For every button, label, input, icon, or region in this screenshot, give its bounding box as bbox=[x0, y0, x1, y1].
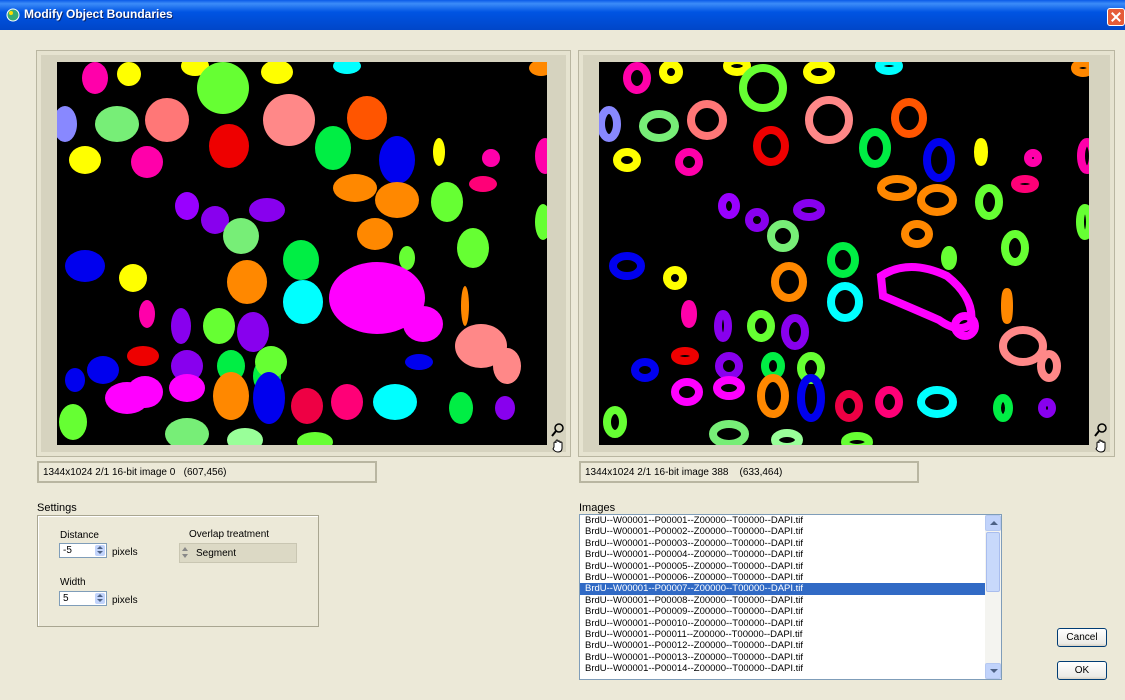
width-value: 5 bbox=[63, 593, 69, 604]
app-icon bbox=[6, 8, 20, 22]
spin-arrows-icon[interactable] bbox=[95, 545, 105, 556]
overlap-treatment-select[interactable]: Segment bbox=[179, 543, 297, 563]
width-label: Width bbox=[60, 577, 86, 588]
list-item[interactable]: BrdU--W00001--P00002--Z00000--T00000--DA… bbox=[580, 526, 1001, 537]
right-status-readout: 1344x1024 2/1 16-bit image 388 (633,464) bbox=[579, 461, 919, 483]
modified-boundaries-image bbox=[599, 62, 1089, 445]
left-image-view[interactable] bbox=[57, 62, 547, 445]
updown-arrow-icon[interactable] bbox=[181, 546, 189, 559]
images-scrollbar[interactable] bbox=[985, 515, 1001, 679]
right-image-view[interactable] bbox=[599, 62, 1089, 445]
distance-value: -5 bbox=[63, 545, 72, 556]
scroll-thumb[interactable] bbox=[986, 532, 1000, 592]
scroll-up-button[interactable] bbox=[985, 515, 1001, 531]
close-button[interactable] bbox=[1107, 8, 1125, 26]
distance-stepper[interactable]: -5 bbox=[59, 543, 107, 558]
segmentation-labels-image bbox=[57, 62, 547, 445]
images-label: Images bbox=[579, 502, 616, 514]
distance-label: Distance bbox=[60, 530, 99, 541]
chevron-up-icon bbox=[990, 521, 998, 525]
zoom-icon[interactable] bbox=[1093, 422, 1109, 438]
list-item[interactable]: BrdU--W00001--P00013--Z00000--T00000--DA… bbox=[580, 652, 1001, 663]
scroll-down-button[interactable] bbox=[985, 663, 1001, 679]
spin-arrows-icon[interactable] bbox=[95, 593, 105, 604]
list-item[interactable]: BrdU--W00001--P00003--Z00000--T00000--DA… bbox=[580, 538, 1001, 549]
cancel-button[interactable]: Cancel bbox=[1057, 628, 1107, 647]
list-item[interactable]: BrdU--W00001--P00010--Z00000--T00000--DA… bbox=[580, 618, 1001, 629]
pan-hand-icon[interactable] bbox=[550, 438, 566, 454]
list-item[interactable]: BrdU--W00001--P00005--Z00000--T00000--DA… bbox=[580, 561, 1001, 572]
pan-hand-icon[interactable] bbox=[1093, 438, 1109, 454]
list-item[interactable]: BrdU--W00001--P00006--Z00000--T00000--DA… bbox=[580, 572, 1001, 583]
width-units: pixels bbox=[112, 595, 138, 606]
list-item[interactable]: BrdU--W00001--P00001--Z00000--T00000--DA… bbox=[580, 515, 1001, 526]
distance-units: pixels bbox=[112, 547, 138, 558]
list-item[interactable]: BrdU--W00001--P00009--Z00000--T00000--DA… bbox=[580, 606, 1001, 617]
settings-group-label: Settings bbox=[37, 502, 77, 514]
overlap-treatment-value: Segment bbox=[196, 548, 237, 559]
images-list: BrdU--W00001--P00001--Z00000--T00000--DA… bbox=[580, 515, 1001, 674]
images-listbox[interactable]: BrdU--W00001--P00001--Z00000--T00000--DA… bbox=[579, 514, 1002, 680]
list-item[interactable]: BrdU--W00001--P00012--Z00000--T00000--DA… bbox=[580, 640, 1001, 651]
list-item[interactable]: BrdU--W00001--P00011--Z00000--T00000--DA… bbox=[580, 629, 1001, 640]
left-status-readout: 1344x1024 2/1 16-bit image 0 (607,456) bbox=[37, 461, 377, 483]
chevron-down-icon bbox=[990, 669, 998, 673]
list-item[interactable]: BrdU--W00001--P00007--Z00000--T00000--DA… bbox=[580, 583, 1001, 595]
ok-button[interactable]: OK bbox=[1057, 661, 1107, 680]
title-bar: Modify Object Boundaries bbox=[0, 0, 1125, 30]
zoom-icon[interactable] bbox=[550, 422, 566, 438]
list-item[interactable]: BrdU--W00001--P00008--Z00000--T00000--DA… bbox=[580, 595, 1001, 606]
width-stepper[interactable]: 5 bbox=[59, 591, 107, 606]
overlap-treatment-label: Overlap treatment bbox=[189, 529, 270, 540]
window-title: Modify Object Boundaries bbox=[24, 7, 173, 21]
list-item[interactable]: BrdU--W00001--P00014--Z00000--T00000--DA… bbox=[580, 663, 1001, 674]
list-item[interactable]: BrdU--W00001--P00004--Z00000--T00000--DA… bbox=[580, 549, 1001, 560]
